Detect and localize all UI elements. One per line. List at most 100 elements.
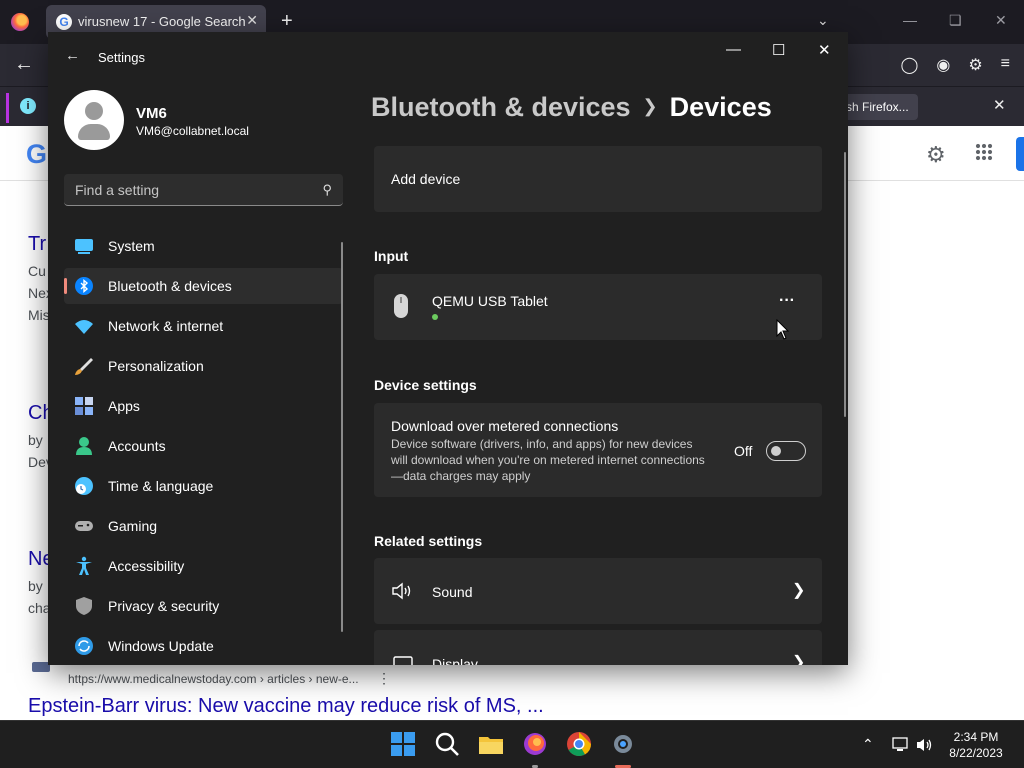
new-tab-icon[interactable]: + [281, 10, 293, 33]
update-icon [75, 637, 93, 655]
google-sign-in-button[interactable] [1016, 137, 1024, 171]
volume-icon[interactable] [916, 737, 934, 753]
input-section-header: Input [374, 248, 409, 264]
result-url[interactable]: https://www.medicalnewstoday.com › artic… [68, 672, 359, 686]
chevron-right-icon: ❯ [792, 654, 806, 665]
metered-title: Download over metered connections [391, 418, 619, 434]
search-taskbar-icon[interactable] [434, 731, 460, 757]
info-icon: i [20, 98, 36, 114]
sidebar-item-label: Personalization [108, 358, 204, 374]
user-name: VM6 [136, 105, 167, 122]
system-clock[interactable]: 2:34 PM 8/22/2023 [936, 729, 1016, 761]
menu-icon[interactable]: ≡ [1001, 55, 1010, 75]
extensions-icon[interactable]: ⚙ [968, 55, 982, 75]
search-icon[interactable]: ⚲ [322, 182, 332, 198]
related-sound-item[interactable]: Sound ❯ [374, 558, 822, 624]
brush-icon [75, 358, 93, 375]
clock-date: 8/22/2023 [949, 746, 1003, 760]
sidebar-item-label: Accessibility [108, 558, 185, 574]
show-hidden-icons-chevron-icon[interactable]: ⌃ [862, 736, 874, 753]
result-more-icon[interactable]: ⋮ [377, 670, 391, 687]
shield-icon [76, 597, 92, 615]
sidebar-scrollbar[interactable] [341, 242, 343, 632]
sidebar-item-network[interactable]: Network & internet [64, 308, 343, 344]
back-arrow-icon[interactable]: ← [65, 47, 80, 64]
pocket-icon[interactable]: ◯ [900, 55, 918, 75]
google-settings-icon[interactable]: ⚙ [926, 142, 946, 168]
sidebar-item-accounts[interactable]: Accounts [64, 428, 343, 464]
sidebar-item-bluetooth-devices[interactable]: Bluetooth & devices [64, 268, 343, 304]
add-device-label: Add device [391, 171, 461, 187]
related-display-item[interactable]: Display ❯ [374, 630, 822, 665]
browser-maximize-icon[interactable]: ❏ [949, 12, 962, 29]
add-device-card[interactable]: Add device [374, 146, 822, 212]
firefox-taskbar-icon[interactable] [522, 731, 548, 757]
sidebar-item-time-language[interactable]: Time & language [64, 468, 343, 504]
mouse-icon [394, 294, 408, 318]
sidebar-item-label: Privacy & security [108, 598, 220, 614]
avatar[interactable] [64, 90, 124, 150]
sidebar-item-apps[interactable]: Apps [64, 388, 343, 424]
chevron-right-icon: ❯ [792, 582, 806, 599]
network-icon[interactable] [892, 737, 910, 753]
result-title[interactable]: Epstein-Barr virus: New vaccine may redu… [28, 695, 544, 718]
start-windows-icon[interactable] [390, 731, 416, 757]
input-device-card[interactable]: QEMU USB Tablet ··· [374, 274, 822, 340]
maximize-icon[interactable]: ☐ [772, 41, 785, 59]
result-title-fragment[interactable]: Tr [28, 233, 46, 256]
bluetooth-icon [75, 277, 93, 295]
window-title: Settings [98, 50, 145, 65]
sidebar-item-label: System [108, 238, 155, 254]
refresh-firefox-button[interactable]: sh Firefox... [838, 94, 918, 120]
metered-toggle[interactable] [766, 441, 806, 461]
sidebar-item-gaming[interactable]: Gaming [64, 508, 343, 544]
list-tabs-chevron-icon[interactable]: ⌄ [817, 12, 829, 29]
system-icon [75, 239, 93, 254]
sidebar-item-privacy-security[interactable]: Privacy & security [64, 588, 343, 624]
browser-tab-title: virusnew 17 - Google Search [78, 14, 246, 29]
google-apps-icon[interactable] [975, 143, 993, 161]
sidebar-item-personalization[interactable]: Personalization [64, 348, 343, 384]
more-options-button[interactable]: ··· [772, 290, 802, 320]
related-settings-header: Related settings [374, 533, 483, 549]
content-scrollbar[interactable] [844, 152, 846, 417]
sidebar-item-system[interactable]: System [64, 228, 343, 264]
sidebar-item-accessibility[interactable]: Accessibility [64, 548, 343, 584]
settings-taskbar-icon[interactable] [610, 731, 636, 757]
avatar-body [78, 124, 110, 140]
sidebar-item-label: Gaming [108, 518, 158, 534]
file-explorer-icon[interactable] [478, 731, 504, 757]
result-snippet-fragment: Mis [28, 307, 50, 323]
google-logo[interactable]: G [26, 139, 47, 170]
device-settings-header: Device settings [374, 377, 477, 393]
firefox-logo-icon[interactable] [11, 13, 29, 31]
settings-window: ← Settings — ☐ ✕ VM6 VM6@collabnet.local… [48, 32, 848, 665]
browser-close-icon[interactable]: ✕ [995, 12, 1007, 29]
sidebar-nav: System Bluetooth & devices Network & int… [64, 228, 343, 665]
result-snippet-fragment: by [28, 432, 43, 448]
result-snippet-fragment: Cu [28, 263, 46, 279]
sidebar-item-label: Time & language [108, 478, 214, 494]
accounts-icon [76, 437, 92, 455]
notification-close-icon[interactable]: ✕ [993, 96, 1006, 114]
breadcrumb-parent[interactable]: Bluetooth & devices [371, 92, 631, 122]
search-input[interactable] [64, 174, 304, 205]
sidebar-item-windows-update[interactable]: Windows Update [64, 628, 343, 664]
google-favicon-icon: G [56, 14, 72, 30]
user-email: VM6@collabnet.local [136, 124, 249, 138]
close-tab-icon[interactable]: ✕ [246, 12, 258, 29]
sidebar-item-label: Apps [108, 398, 140, 414]
clock-time: 2:34 PM [953, 730, 999, 744]
account-icon[interactable]: ◉ [936, 55, 950, 75]
browser-back-icon[interactable]: ← [14, 53, 34, 76]
browser-minimize-icon[interactable]: — [903, 12, 917, 28]
close-icon[interactable]: ✕ [818, 41, 831, 59]
search-box: ⚲ [64, 174, 343, 206]
metered-description: Device software (drivers, info, and apps… [391, 437, 705, 483]
minimize-icon[interactable]: — [726, 41, 741, 58]
metered-connections-card: Download over metered connections Device… [374, 403, 822, 497]
chrome-icon[interactable] [566, 731, 592, 757]
sidebar-item-label: Network & internet [108, 318, 224, 334]
breadcrumb-separator-icon: ❯ [642, 96, 658, 116]
apps-icon [75, 397, 93, 415]
